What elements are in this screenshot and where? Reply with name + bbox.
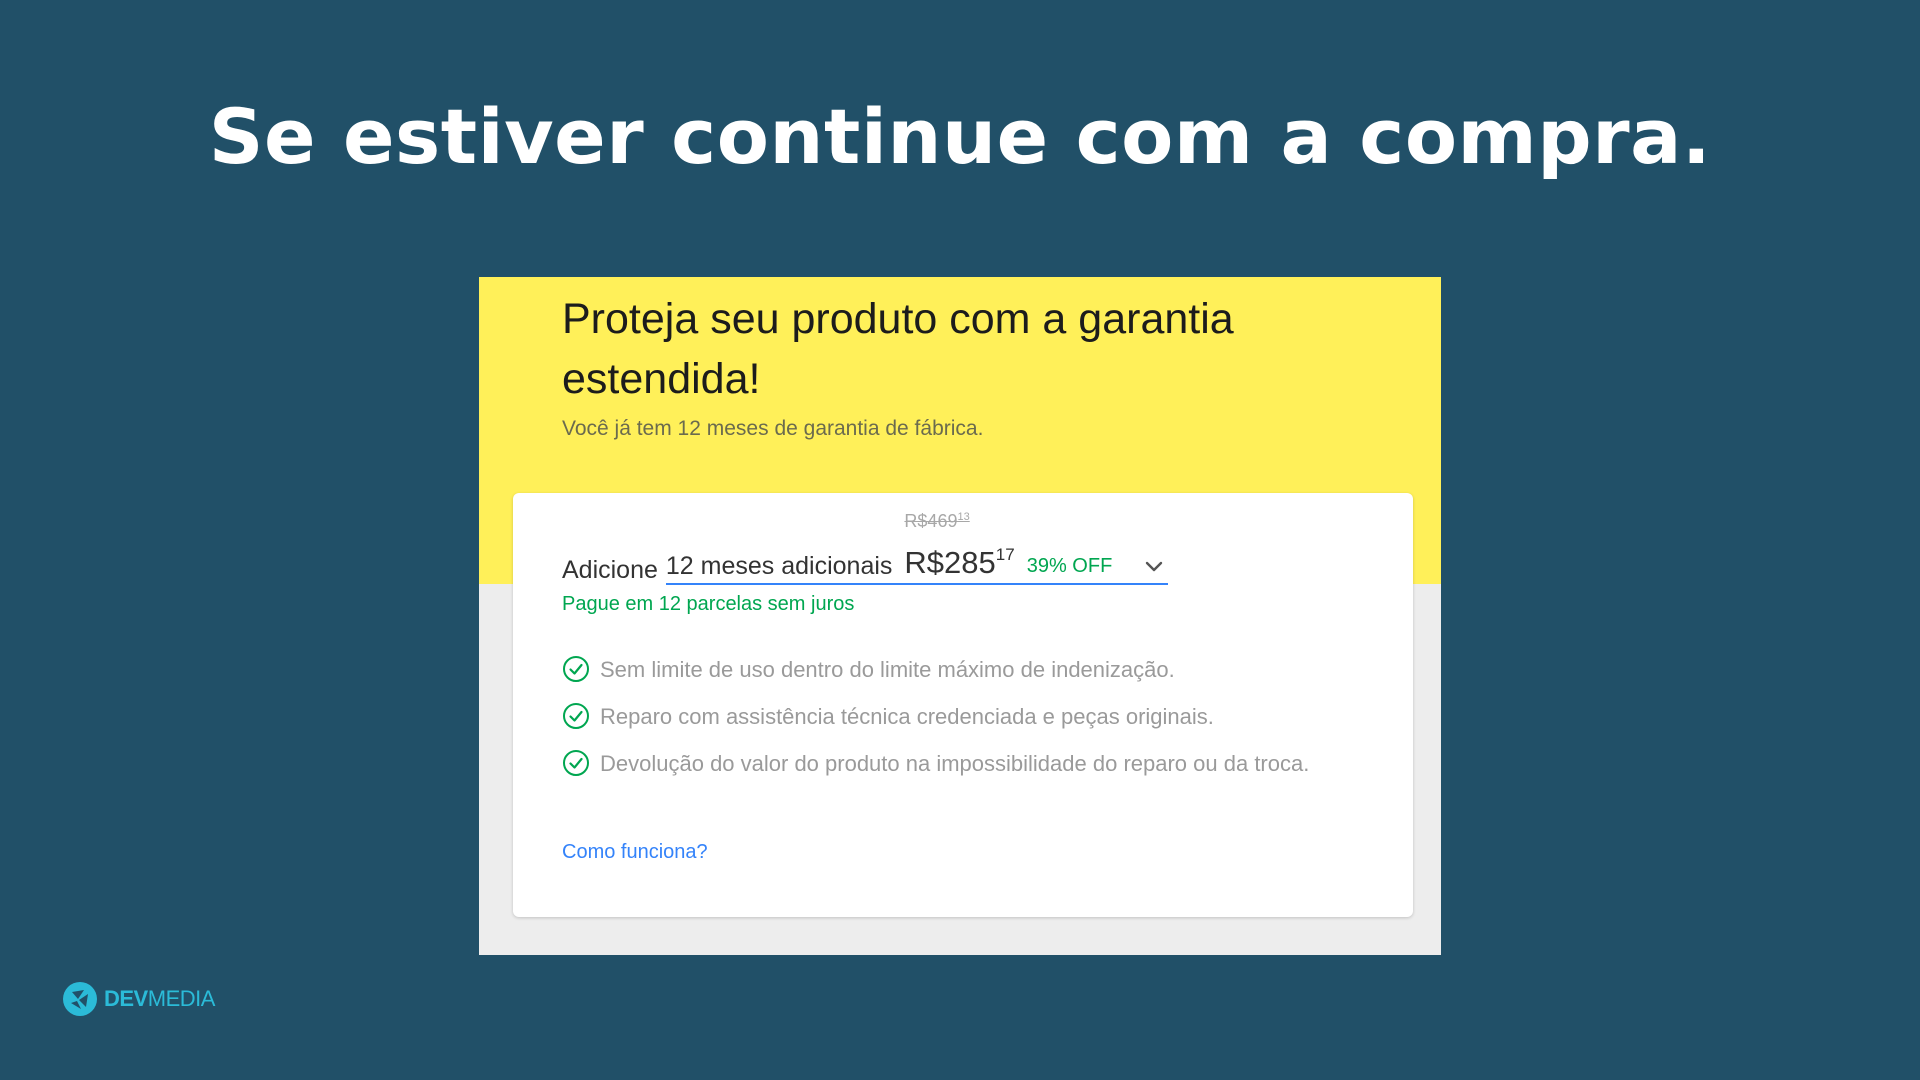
add-warranty-row: Adicione 12 meses adicionais R$46913 R$2… bbox=[562, 511, 1169, 585]
devmedia-logo: DEVMEDIA bbox=[62, 981, 215, 1017]
warranty-card: Adicione 12 meses adicionais R$46913 R$2… bbox=[513, 493, 1413, 917]
benefits-list: Sem limite de uso dentro do limite máxim… bbox=[562, 655, 1362, 796]
old-price: R$46913 bbox=[904, 511, 970, 531]
list-item: Devolução do valor do produto na impossi… bbox=[562, 749, 1362, 779]
benefit-text: Sem limite de uso dentro do limite máxim… bbox=[600, 657, 1175, 682]
add-label: Adicione bbox=[562, 556, 658, 584]
current-price: R$28517 bbox=[904, 545, 1015, 580]
discount-badge: 39% OFF bbox=[1026, 555, 1113, 577]
benefit-text: Reparo com assistência técnica credencia… bbox=[600, 704, 1214, 729]
period-label: 12 meses adicionais bbox=[665, 552, 893, 580]
check-circle-icon bbox=[562, 749, 590, 777]
price-block: R$46913 R$28517 bbox=[904, 511, 1015, 581]
offer-title: Proteja seu produto com a garantia esten… bbox=[562, 295, 1234, 403]
benefit-text: Devolução do valor do produto na impossi… bbox=[600, 751, 1310, 776]
list-item: Reparo com assistência técnica credencia… bbox=[562, 702, 1362, 732]
devmedia-logo-icon bbox=[62, 981, 98, 1017]
offer-subtitle: Você já tem 12 meses de garantia de fábr… bbox=[562, 417, 984, 440]
list-item: Sem limite de uso dentro do limite máxim… bbox=[562, 655, 1362, 685]
installments-text: Pague em 12 parcelas sem juros bbox=[562, 593, 855, 615]
warranty-screenshot: Proteja seu produto com a garantia esten… bbox=[479, 277, 1441, 955]
slide-title: Se estiver continue com a compra. bbox=[208, 92, 1712, 181]
warranty-period-select[interactable]: 12 meses adicionais R$46913 R$28517 39% … bbox=[665, 511, 1169, 585]
devmedia-wordmark: DEVMEDIA bbox=[104, 986, 215, 1011]
check-circle-icon bbox=[562, 702, 590, 730]
check-circle-icon bbox=[562, 655, 590, 683]
how-it-works-link[interactable]: Como funciona? bbox=[562, 841, 708, 864]
chevron-down-icon[interactable] bbox=[1140, 555, 1168, 579]
